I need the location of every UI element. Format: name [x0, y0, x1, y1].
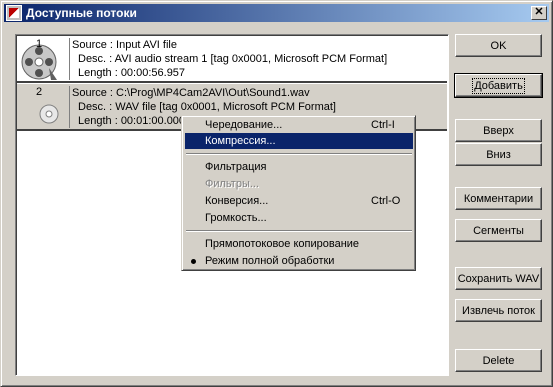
direct-copy-label: Прямопотоковое копирование — [205, 238, 360, 250]
stream-row-1[interactable]: 1 Source : Input AVI file Desc. : AVI au… — [17, 36, 447, 83]
menu-separator — [186, 230, 412, 232]
compression-label: Компрессия... — [205, 135, 276, 147]
segments-button[interactable]: Сегменты — [455, 219, 542, 242]
extract-stream-button[interactable]: Извлечь поток — [455, 299, 542, 322]
delete-label: Delete — [482, 354, 515, 367]
menu-item-compression[interactable]: Компрессия... — [185, 133, 413, 149]
volume-label: Громкость... — [205, 212, 267, 224]
close-button[interactable]: ✕ — [531, 6, 547, 20]
conversion-shortcut: Ctrl-O — [371, 195, 401, 207]
extract-label: Извлечь поток — [462, 304, 535, 317]
filters-label: Фильтры... — [205, 178, 260, 190]
stream-desc: Desc. : AVI audio stream 1 [tag 0x0001, … — [78, 53, 388, 65]
stream-length: Length : 00:00:56.957 — [78, 67, 186, 79]
down-button[interactable]: Вниз — [455, 143, 542, 166]
app-icon — [6, 5, 22, 21]
stream-number: 2 — [36, 86, 43, 98]
down-label: Вниз — [486, 148, 511, 161]
full-processing-label: Режим полной обработки — [205, 255, 335, 267]
menu-item-full-processing[interactable]: Режим полной обработки — [185, 253, 413, 269]
menu-item-direct-copy[interactable]: Прямопотоковое копирование — [185, 236, 413, 252]
stream-source: Source : C:\Prog\MP4Cam2AVI\Out\Sound1.w… — [72, 87, 310, 99]
up-label: Вверх — [483, 124, 514, 137]
stream-number: 1 — [36, 38, 43, 50]
stream-source: Source : Input AVI file — [72, 39, 177, 51]
add-button[interactable]: Добавить — [454, 73, 543, 98]
save-wav-label: Сохранить WAV — [457, 272, 540, 285]
comments-button[interactable]: Комментарии — [455, 187, 542, 210]
ok-label: OK — [490, 39, 507, 52]
add-label: Добавить — [472, 77, 525, 94]
menu-item-conversion[interactable]: Конверсия... Ctrl-O — [185, 193, 413, 209]
segments-label: Сегменты — [473, 224, 524, 237]
stream-desc: Desc. : WAV file [tag 0x0001, Microsoft … — [78, 101, 336, 113]
comments-label: Комментарии — [463, 192, 534, 205]
window-title: Доступные потоки — [26, 6, 137, 20]
radio-bullet-icon — [191, 259, 196, 264]
menu-item-filters: Фильтры... — [185, 176, 413, 192]
interleave-label: Чередование... — [205, 119, 283, 131]
ok-button[interactable]: OK — [455, 34, 542, 57]
filtering-label: Фильтрация — [205, 161, 267, 173]
delete-button[interactable]: Delete — [455, 349, 542, 372]
stream-info: Source : Input AVI file Desc. : AVI audi… — [69, 38, 387, 80]
context-menu: Чередование... Ctrl-I Компрессия... Филь… — [181, 115, 416, 271]
save-wav-button[interactable]: Сохранить WAV — [455, 267, 542, 290]
conversion-label: Конверсия... — [205, 195, 269, 207]
title-bar[interactable]: Доступные потоки ✕ — [4, 4, 549, 22]
menu-item-filtering[interactable]: Фильтрация — [185, 159, 413, 175]
menu-separator — [186, 153, 412, 155]
menu-item-volume[interactable]: Громкость... — [185, 210, 413, 226]
interleave-shortcut: Ctrl-I — [371, 119, 395, 131]
streams-dialog: Доступные потоки ✕ 1 Source : Input AVI … — [0, 0, 553, 387]
menu-item-interleave[interactable]: Чередование... Ctrl-I — [185, 117, 413, 133]
up-button[interactable]: Вверх — [455, 119, 542, 142]
